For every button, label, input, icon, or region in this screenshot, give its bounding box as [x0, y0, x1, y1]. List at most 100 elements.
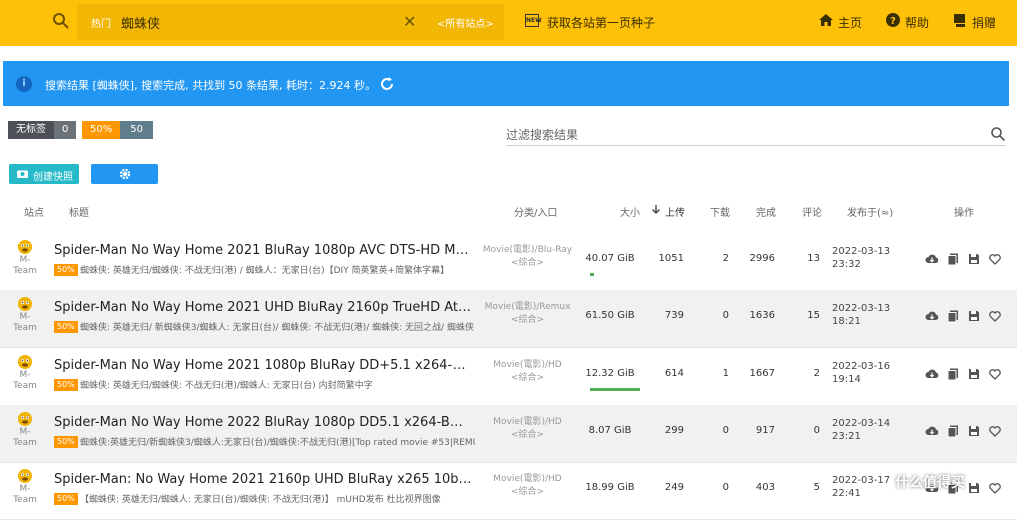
entry-label[interactable]: <综合>	[480, 372, 575, 385]
copy-icon[interactable]	[946, 252, 960, 266]
svg-text:?: ?	[890, 16, 896, 27]
column-site[interactable]: 站点	[24, 204, 44, 219]
copy-icon[interactable]	[946, 367, 960, 381]
home-icon[interactable]	[818, 12, 834, 28]
column-complete[interactable]: 完成	[756, 204, 776, 219]
nav-donate[interactable]: 捐赠	[972, 14, 996, 31]
column-title[interactable]: 标题	[69, 204, 89, 219]
publish-time: 23:32	[832, 259, 861, 270]
entry-label[interactable]: <综合>	[480, 314, 575, 327]
search-value[interactable]: 蜘蛛侠	[121, 13, 160, 32]
cloud-download-icon[interactable]	[925, 424, 939, 438]
close-icon[interactable]: ✕	[403, 12, 416, 31]
tag-no-label[interactable]: 无标签 0	[8, 121, 77, 139]
torrent-title-link[interactable]: Spider-Man: No Way Home 2021 2160p UHD B…	[54, 472, 472, 487]
column-download[interactable]: 下载	[710, 204, 730, 219]
filter-input[interactable]: 过滤搜索结果	[506, 124, 1006, 146]
copy-icon[interactable]	[946, 424, 960, 438]
search-icon[interactable]	[990, 126, 1006, 142]
progress-bar	[590, 388, 640, 391]
nav-home[interactable]: 主页	[838, 14, 862, 31]
site-logo-icon	[17, 239, 33, 255]
download-count: 0	[722, 425, 729, 436]
filter-placeholder: 过滤搜索结果	[506, 128, 579, 142]
table-row[interactable]: M-Team Spider-Man No Way Home 2021 1080p …	[0, 348, 1017, 406]
tag-50-percent[interactable]: 50% 50	[82, 121, 153, 139]
discount-badge: 50%	[54, 379, 78, 391]
column-upload[interactable]: 上传	[665, 204, 685, 219]
complete-count: 403	[755, 482, 775, 493]
torrent-title-link[interactable]: Spider-Man No Way Home 2022 BluRay 1080p…	[54, 415, 472, 430]
publish-date: 2022-03-16 19:14	[832, 360, 890, 386]
entry-label[interactable]: <综合>	[480, 257, 575, 270]
save-icon[interactable]	[967, 252, 981, 266]
heart-icon[interactable]	[988, 252, 1002, 266]
help-icon[interactable]: ?	[885, 12, 901, 28]
category-cell: Movie(電影)/HD <综合>	[480, 473, 575, 499]
size-value: 18.99 GiB	[585, 482, 635, 493]
torrent-title-link[interactable]: Spider-Man No Way Home 2021 1080p BluRay…	[54, 358, 472, 373]
search-scope-select[interactable]: <所有站点>	[437, 15, 494, 30]
cloud-download-icon[interactable]	[925, 367, 939, 381]
upload-count: 249	[664, 482, 684, 493]
create-snapshot-label: 创建快照	[33, 172, 73, 183]
category-label[interactable]: Movie(電影)/HD	[480, 359, 575, 372]
settings-button[interactable]	[91, 164, 158, 184]
column-category[interactable]: 分类/入口	[514, 204, 557, 219]
table-row[interactable]: M-Team Spider-Man: No Way Home 2021 2160p…	[0, 462, 1017, 520]
site-name: M-Team	[13, 427, 37, 448]
column-comments[interactable]: 评论	[802, 204, 822, 219]
sort-down-icon[interactable]	[651, 204, 661, 217]
table-row[interactable]: M-Team Spider-Man No Way Home 2021 BluRay…	[0, 233, 1017, 291]
heart-icon[interactable]	[988, 481, 1002, 495]
save-icon[interactable]	[967, 367, 981, 381]
site-logo-icon	[17, 296, 33, 312]
discount-badge: 50%	[54, 493, 78, 505]
create-snapshot-button[interactable]: 创建快照	[9, 164, 79, 184]
size-value: 8.07 GiB	[588, 425, 632, 436]
size-value: 61.50 GiB	[585, 310, 635, 321]
entry-label[interactable]: <综合>	[480, 486, 575, 499]
category-label[interactable]: Movie(電影)/HD	[480, 416, 575, 429]
search-icon[interactable]	[52, 12, 70, 30]
heart-icon[interactable]	[988, 309, 1002, 323]
camera-icon	[17, 169, 28, 178]
complete-count: 1636	[749, 310, 775, 321]
category-label[interactable]: Movie(電影)/Blu-Ray	[480, 244, 575, 257]
heart-icon[interactable]	[988, 424, 1002, 438]
progress-bar	[590, 273, 594, 276]
torrent-subtitle: 【蜘蛛侠: 英雄无归/蜘蛛人: 无家日(台)/蜘蛛侠: 不战无归(港)】 mUH…	[80, 495, 441, 505]
publish-day: 2022-03-13	[832, 246, 891, 257]
table-row[interactable]: M-Team Spider-Man No Way Home 2021 UHD Bl…	[0, 290, 1017, 348]
save-icon[interactable]	[967, 424, 981, 438]
refresh-icon[interactable]	[378, 75, 396, 93]
publish-time: 22:41	[832, 488, 861, 499]
donate-icon[interactable]	[952, 12, 968, 28]
info-icon: i	[16, 76, 32, 92]
category-label[interactable]: Movie(電影)/Remux	[480, 301, 575, 314]
cloud-download-icon[interactable]	[925, 309, 939, 323]
column-actions: 操作	[954, 208, 974, 219]
download-count: 1	[722, 368, 729, 379]
torrent-subtitle: 蜘蛛侠:英雄无归/新蜘蛛侠3/蜘蛛人:无家日(台)/蜘蛛侠:不战无归(港)[To…	[80, 438, 475, 448]
comment-count: 5	[813, 482, 820, 493]
torrent-title-link[interactable]: Spider-Man No Way Home 2021 UHD BluRay 2…	[54, 300, 472, 315]
copy-icon[interactable]	[946, 309, 960, 323]
column-size[interactable]: 大小	[620, 204, 640, 219]
fetch-first-page-link[interactable]: 获取各站第一页种子	[547, 14, 655, 31]
info-banner: i 搜索结果 [蜘蛛侠], 搜索完成, 共找到 50 条结果, 耗时：2.924…	[3, 61, 1009, 106]
cloud-download-icon[interactable]	[925, 252, 939, 266]
torrent-title-link[interactable]: Spider-Man No Way Home 2021 BluRay 1080p…	[54, 243, 472, 258]
column-published[interactable]: 发布于(≈)	[847, 204, 893, 219]
download-count: 0	[722, 310, 729, 321]
heart-icon[interactable]	[988, 367, 1002, 381]
nav-help[interactable]: 帮助	[905, 14, 929, 31]
search-input[interactable]: 热门 蜘蛛侠 ✕ <所有站点>	[77, 4, 504, 40]
entry-label[interactable]: <综合>	[480, 429, 575, 442]
publish-day: 2022-03-17	[832, 475, 891, 486]
category-label[interactable]: Movie(電影)/HD	[480, 473, 575, 486]
tag-label: 无标签	[8, 121, 54, 139]
save-icon[interactable]	[967, 481, 981, 495]
table-row[interactable]: M-Team Spider-Man No Way Home 2022 BluRay…	[0, 405, 1017, 463]
save-icon[interactable]	[967, 309, 981, 323]
